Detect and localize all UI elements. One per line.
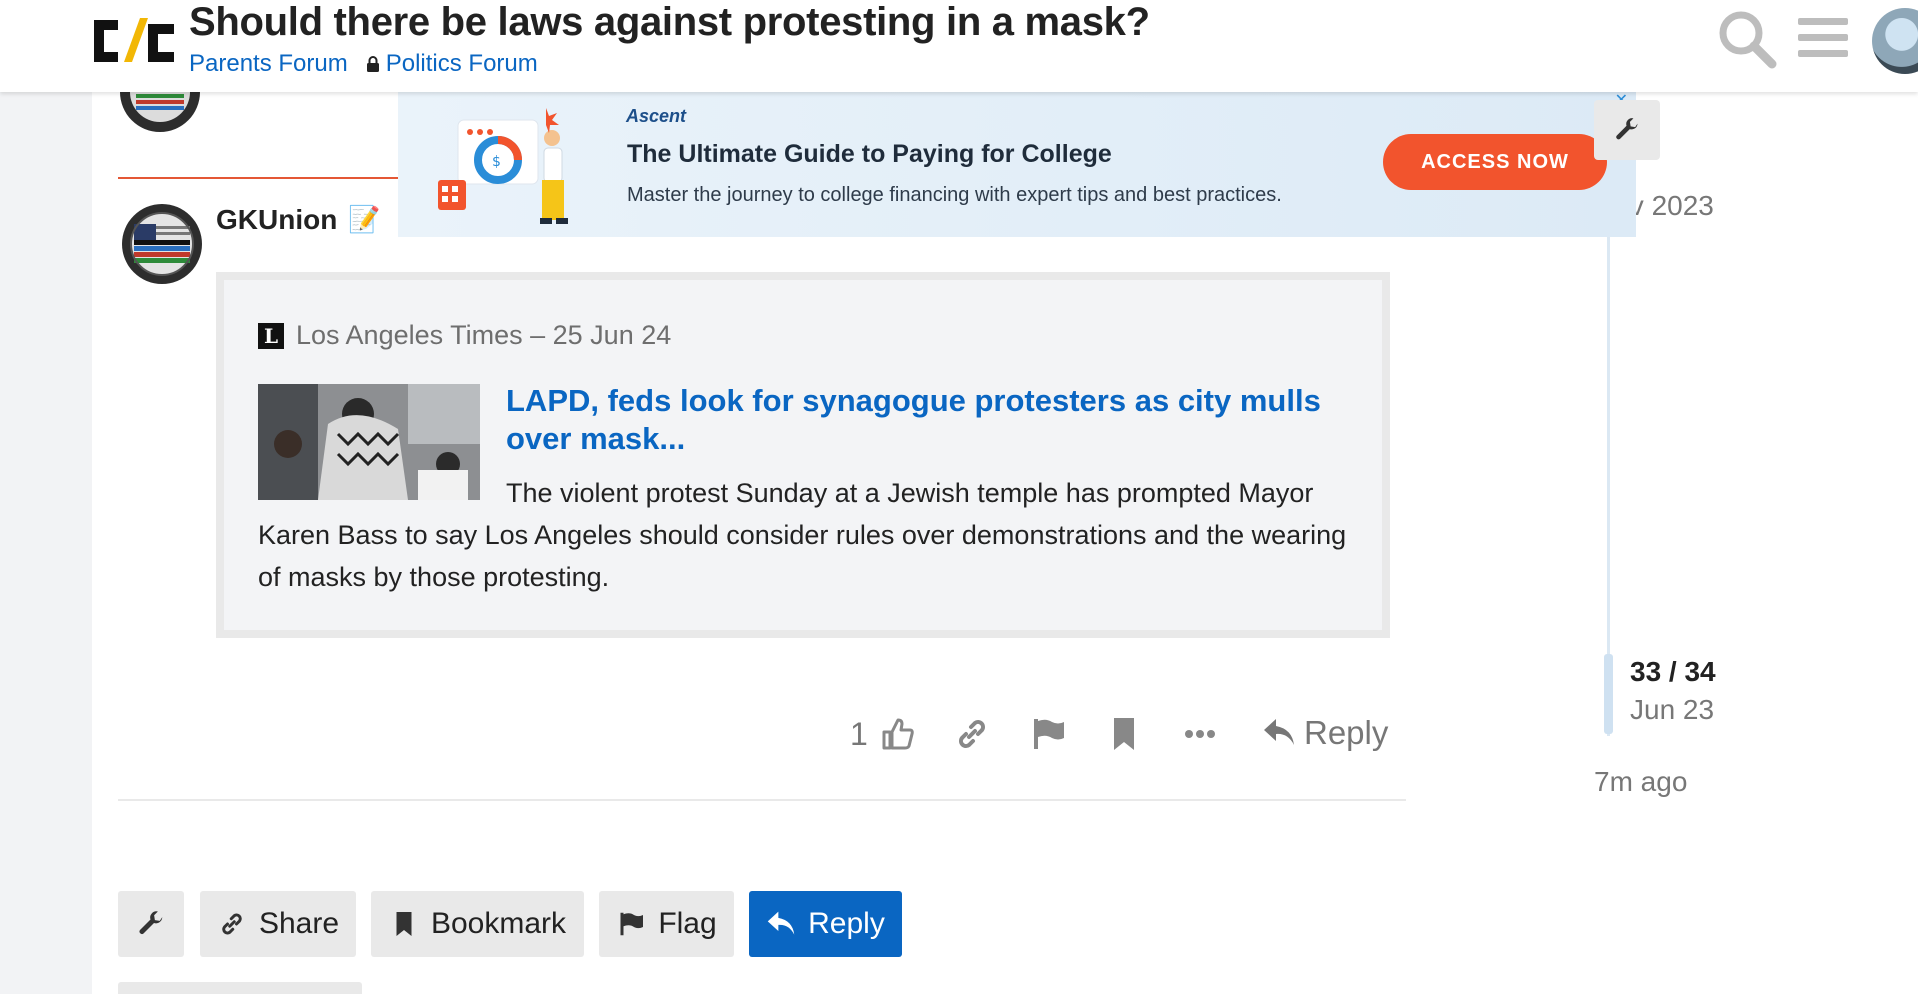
- topic-admin-wrench-button[interactable]: [118, 891, 184, 957]
- lock-icon: [366, 56, 379, 72]
- site-header: Should there be laws against protesting …: [0, 0, 1918, 92]
- left-gutter: [0, 0, 92, 994]
- post-author-avatar[interactable]: [120, 202, 204, 286]
- search-icon[interactable]: [1716, 8, 1778, 70]
- category-link-parents-forum[interactable]: Parents Forum: [189, 50, 348, 78]
- reply-arrow-icon: [1264, 719, 1294, 745]
- onebox-source[interactable]: L Los Angeles Times – 25 Jun 24: [258, 320, 671, 351]
- wrench-icon: [139, 911, 163, 934]
- bookmark-icon: [396, 912, 412, 936]
- timeline-current-date: Jun 23: [1630, 694, 1715, 725]
- share-label: Share: [258, 907, 340, 940]
- timeline-last-activity[interactable]: 7m ago: [1594, 766, 1687, 798]
- ad-title: The Ultimate Guide to Paying for College: [627, 140, 1112, 168]
- flag-icon: [620, 912, 644, 936]
- link-icon: [222, 913, 242, 935]
- flag-icon[interactable]: [1028, 714, 1068, 754]
- ad-banner[interactable]: $ Ascent The Ultimate Guide to Paying fo…: [398, 92, 1636, 237]
- timeline-position: 33 / 34: [1630, 656, 1716, 687]
- onebox-source-label: Los Angeles Times – 25 Jun 24: [296, 320, 672, 350]
- onebox-article-title[interactable]: LAPD, feds look for synagogue protesters…: [506, 382, 1366, 458]
- ad-illustration: $: [438, 108, 568, 224]
- bookmark-icon[interactable]: [1104, 714, 1144, 754]
- new-posts-divider: [118, 177, 398, 179]
- la-times-favicon-icon: L: [258, 322, 284, 349]
- share-button[interactable]: Share: [200, 891, 356, 957]
- bookmark-label: Bookmark: [430, 907, 567, 940]
- flag-label: Flag: [658, 907, 717, 940]
- post-reply-label: Reply: [1304, 714, 1389, 751]
- more-options-icon[interactable]: [1180, 714, 1220, 754]
- reply-arrow-icon: [767, 911, 795, 935]
- admin-wrench-button[interactable]: [1594, 100, 1660, 160]
- reply-label: Reply: [808, 907, 885, 940]
- flag-button[interactable]: Flag: [599, 891, 734, 957]
- post-author-username[interactable]: GKUnion: [216, 204, 337, 236]
- wrench-icon: [1616, 118, 1638, 140]
- hamburger-menu-icon[interactable]: [1796, 12, 1850, 64]
- category-label: Politics Forum: [385, 50, 538, 77]
- onebox-excerpt: The violent protest Sunday at a Jewish t…: [258, 478, 1347, 592]
- reply-button[interactable]: Reply: [749, 891, 902, 957]
- user-status-emoji: 📝: [348, 204, 381, 234]
- post-divider: [118, 799, 1406, 801]
- notifications-button[interactable]: [118, 982, 362, 994]
- ad-subtitle: Master the journey to college financing …: [627, 184, 1282, 206]
- breadcrumb: Parents Forum Politics Forum: [189, 50, 538, 78]
- ad-cta-button[interactable]: ACCESS NOW: [1383, 134, 1607, 190]
- category-link-politics-forum[interactable]: Politics Forum: [366, 50, 538, 78]
- bookmark-button[interactable]: Bookmark: [371, 891, 584, 957]
- like-count[interactable]: 1: [850, 716, 868, 753]
- topic-title[interactable]: Should there be laws against protesting …: [189, 0, 1150, 45]
- ad-brand: Ascent: [626, 106, 687, 126]
- current-user-avatar[interactable]: [1872, 8, 1918, 74]
- link-preview-onebox[interactable]: L Los Angeles Times – 25 Jun 24 LAPD, fe…: [216, 272, 1390, 638]
- like-icon[interactable]: [878, 714, 918, 754]
- post-reply-button[interactable]: Reply: [1262, 714, 1388, 752]
- svg-text:$: $: [492, 154, 501, 170]
- link-icon[interactable]: [952, 714, 992, 754]
- timeline-handle[interactable]: [1604, 654, 1613, 734]
- site-logo[interactable]: [90, 12, 176, 68]
